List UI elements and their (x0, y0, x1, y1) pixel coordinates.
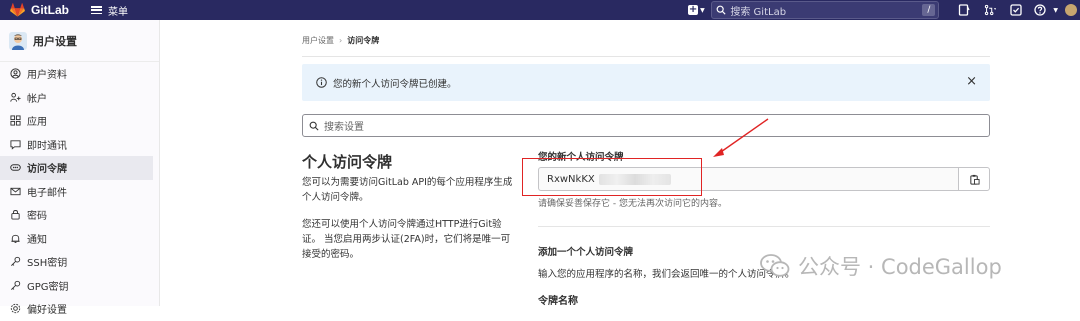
search-placeholder: 搜索 GitLab (730, 6, 787, 18)
search-icon (716, 5, 726, 15)
hamburger-icon (91, 6, 102, 14)
sidebar-item-account[interactable]: 帐户 (0, 86, 159, 110)
create-new-button[interactable]: + ▼ (685, 3, 707, 17)
sidebar-item-emails[interactable]: 电子邮件 (0, 180, 159, 204)
mail-icon (9, 185, 21, 197)
search-shortcut-key: / (922, 4, 936, 16)
avatar (1065, 4, 1077, 16)
sidebar-item-access-tokens[interactable]: 访问令牌 (0, 156, 153, 180)
info-icon (316, 77, 327, 88)
sidebar-item-profile[interactable]: 用户资料 (0, 62, 159, 86)
section-description-2fa: 您还可以使用个人访问令牌通过HTTP进行Git验证。 当您启用两步认证(2FA)… (302, 219, 511, 260)
chevron-right-icon: › (339, 36, 343, 45)
annotation-arrow-icon (713, 118, 769, 157)
user-avatar (9, 31, 27, 50)
chevron-down-icon: ▼ (1053, 6, 1058, 14)
token-name-label: 令牌名称 (538, 296, 578, 307)
merge-request-icon (985, 4, 997, 16)
sidebar-header[interactable]: 用户设置 (0, 20, 159, 62)
sidebar-item-ssh-keys[interactable]: SSH密钥 (0, 250, 159, 274)
sidebar-item-label: 通知 (27, 234, 47, 246)
clipboard-icon (969, 174, 980, 185)
global-search[interactable]: 搜索 GitLab / (711, 1, 940, 19)
add-token-description: 输入您的应用程序的名称，我们会返回唯一的个人访问令牌。 (538, 269, 795, 280)
close-icon[interactable]: × (966, 75, 977, 88)
sidebar-item-gpg-keys[interactable]: GPG密钥 (0, 274, 159, 298)
gitlab-tanuki-icon (10, 3, 25, 17)
plus-icon: + (688, 4, 699, 15)
merge-requests-nav-button[interactable] (977, 0, 1003, 20)
watermark: 公众号 · CodeGallop (760, 251, 1002, 281)
section-description: 您可以为需要访问GitLab API的每个应用程序生成个人访问令牌。 (302, 177, 513, 203)
sidebar-item-notifications[interactable]: 通知 (0, 227, 159, 251)
menu-button[interactable]: 菜单 (91, 3, 128, 18)
lock-icon (9, 209, 21, 221)
sidebar-item-chat[interactable]: 即时通讯 (0, 133, 159, 157)
applications-icon (9, 115, 21, 127)
help-icon (1034, 4, 1047, 16)
todo-checkbox-icon (1010, 4, 1023, 16)
wechat-icon (760, 254, 790, 277)
sidebar-item-label: 帐户 (27, 93, 47, 105)
menu-label: 菜单 (108, 6, 128, 18)
add-token-title: 添加一个个人访问令牌 (538, 247, 634, 258)
sidebar-item-label: SSH密钥 (27, 258, 68, 270)
key-icon (9, 256, 21, 268)
breadcrumb-current[interactable]: 访问令牌 (347, 35, 379, 46)
divider (538, 226, 990, 227)
sidebar: 用户设置 用户资料 帐户 应用 即时通讯 访问令牌 电子邮件 密码 通知 SSH… (0, 20, 160, 316)
key-icon (9, 279, 21, 291)
watermark-text: 公众号 · CodeGallop (798, 255, 1002, 279)
copy-token-button[interactable] (958, 167, 990, 191)
profile-icon (9, 68, 21, 80)
account-icon (9, 91, 21, 103)
issues-nav-button[interactable] (951, 0, 977, 20)
sidebar-item-label: 偏好设置 (27, 305, 67, 317)
chevron-down-icon: ▼ (700, 6, 705, 14)
section-title: 个人访问令牌 (302, 153, 393, 171)
sidebar-item-applications[interactable]: 应用 (0, 109, 159, 133)
breadcrumb: 用户设置 › 访问令牌 (302, 35, 379, 46)
token-created-alert: 您的新个人访问令牌已创建。 × (302, 64, 990, 101)
bell-icon (9, 232, 21, 244)
todos-nav-button[interactable] (1003, 0, 1029, 20)
issues-icon (959, 4, 970, 16)
annotation-highlight-box (522, 158, 702, 196)
sidebar-item-label: 即时通讯 (27, 140, 67, 152)
gitlab-logo[interactable]: GitLab (10, 3, 69, 17)
sidebar-item-password[interactable]: 密码 (0, 203, 159, 227)
sidebar-item-label: 应用 (27, 117, 47, 129)
brand-name: GitLab (31, 3, 69, 17)
sidebar-item-label: 电子邮件 (27, 187, 67, 199)
sidebar-item-label: 用户资料 (27, 70, 67, 82)
divider (302, 56, 990, 57)
alert-message: 您的新个人访问令牌已创建。 (333, 78, 457, 90)
sidebar-item-label: 密码 (27, 211, 47, 223)
token-icon (9, 162, 21, 174)
user-avatar-button[interactable] (1062, 0, 1080, 20)
sidebar-item-label: GPG密钥 (27, 281, 69, 293)
help-nav-button[interactable] (1029, 0, 1051, 20)
breadcrumb-parent[interactable]: 用户设置 (302, 35, 334, 46)
search-icon (309, 121, 319, 131)
sidebar-title: 用户设置 (33, 34, 77, 48)
chat-icon (9, 138, 21, 150)
top-navbar: GitLab 菜单 + ▼ 搜索 GitLab / ▼ (0, 0, 1080, 20)
main-content: 用户设置 › 访问令牌 您的新个人访问令牌已创建。 × 搜索设置 个人访问令牌 … (160, 20, 1080, 307)
sidebar-item-label: 访问令牌 (27, 164, 67, 176)
sidebar-item-preferences[interactable]: 偏好设置 (0, 297, 159, 321)
preferences-icon (9, 303, 21, 315)
settings-search-input[interactable]: 搜索设置 (302, 114, 990, 137)
token-help-text: 请确保妥善保存它 - 您无法再次访问它的内容。 (538, 199, 727, 209)
settings-search-placeholder: 搜索设置 (324, 122, 364, 133)
